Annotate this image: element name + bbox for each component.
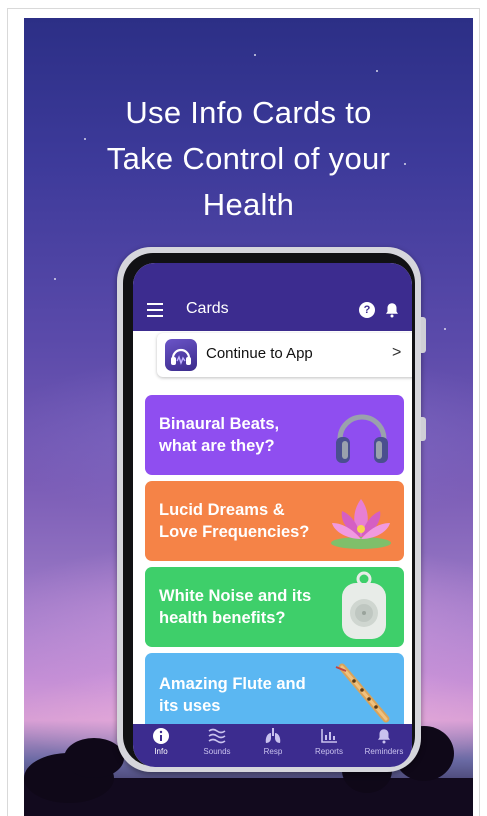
help-icon[interactable]: ? <box>359 302 375 318</box>
info-card-binaural-beats[interactable]: Binaural Beats, what are they? <box>145 395 404 475</box>
waves-icon <box>208 728 226 744</box>
continue-to-app-button[interactable]: Continue to App > <box>157 333 412 377</box>
bell-icon <box>378 729 390 744</box>
card-title: Binaural Beats, what are they? <box>159 413 279 457</box>
bar-chart-icon <box>321 729 337 743</box>
lungs-icon <box>265 728 281 743</box>
nav-label: Reports <box>314 747 343 756</box>
app-bar-title: Cards <box>186 300 229 317</box>
chevron-right-icon: > <box>392 344 402 361</box>
tree-silhouette <box>64 738 124 778</box>
phone-bezel: Cards ? Continue to App > Binaural Beats… <box>123 253 415 767</box>
hamburger-menu-icon[interactable] <box>147 303 163 317</box>
app-logo-icon <box>165 339 197 371</box>
flute-icon <box>335 663 390 723</box>
card-title-line: health benefits? <box>159 609 286 627</box>
promo-background: Use Info Cards to Take Control of your H… <box>24 18 473 816</box>
page-frame: Use Info Cards to Take Control of your H… <box>0 0 487 816</box>
card-title-line: Binaural Beats, <box>159 415 280 433</box>
card-title: Amazing Flute and its uses <box>159 673 306 717</box>
phone-screen: Cards ? Continue to App > Binaural Beats… <box>133 263 412 767</box>
nav-label: Reminders <box>364 747 404 756</box>
white-noise-machine-icon <box>342 571 386 639</box>
nav-tab-reminders[interactable]: Reminders <box>356 727 412 756</box>
headline-line: Take Control of your <box>106 141 391 176</box>
headline-line: Health <box>202 187 295 222</box>
card-title: Lucid Dreams & Love Frequencies? <box>159 499 309 543</box>
card-title-line: what are they? <box>159 437 275 455</box>
status-bar <box>133 263 412 291</box>
card-title-line: Lucid Dreams & <box>159 501 285 519</box>
info-card-flute[interactable]: Amazing Flute and its uses <box>145 653 404 733</box>
star <box>54 278 56 280</box>
headphones-icon <box>336 414 388 463</box>
headline-line: Use Info Cards to <box>125 95 372 130</box>
info-card-lucid-dreams[interactable]: Lucid Dreams & Love Frequencies? <box>145 481 404 561</box>
lotus-icon <box>331 499 391 549</box>
star <box>254 54 256 56</box>
nav-label: Info <box>154 747 168 756</box>
nav-tab-sounds[interactable]: Sounds <box>189 727 245 756</box>
info-icon <box>153 728 169 744</box>
star <box>444 328 446 330</box>
nav-tab-info[interactable]: Info <box>133 727 189 756</box>
bottom-navigation: Info Sounds Resp Reports Reminders <box>133 724 412 767</box>
phone-side-button <box>421 417 426 441</box>
nav-tab-reports[interactable]: Reports <box>301 727 357 756</box>
app-bar: Cards ? <box>133 291 412 331</box>
info-card-white-noise[interactable]: White Noise and its health benefits? <box>145 567 404 647</box>
star <box>376 70 378 72</box>
card-title-line: White Noise and its <box>159 587 312 605</box>
phone-mockup: Cards ? Continue to App > Binaural Beats… <box>117 247 426 772</box>
card-title-line: Amazing Flute and <box>159 675 306 693</box>
continue-label: Continue to App <box>206 345 313 362</box>
card-title-line: Love Frequencies? <box>159 523 310 541</box>
notification-bell-icon[interactable] <box>383 301 401 319</box>
card-title: White Noise and its health benefits? <box>159 585 311 629</box>
promo-headline: Use Info Cards to Take Control of your H… <box>24 90 473 228</box>
nav-label: Sounds <box>203 747 231 756</box>
phone-side-button <box>421 317 426 353</box>
card-title-line: its uses <box>159 697 221 715</box>
nav-label: Resp <box>263 747 283 756</box>
nav-tab-resp[interactable]: Resp <box>245 727 301 756</box>
